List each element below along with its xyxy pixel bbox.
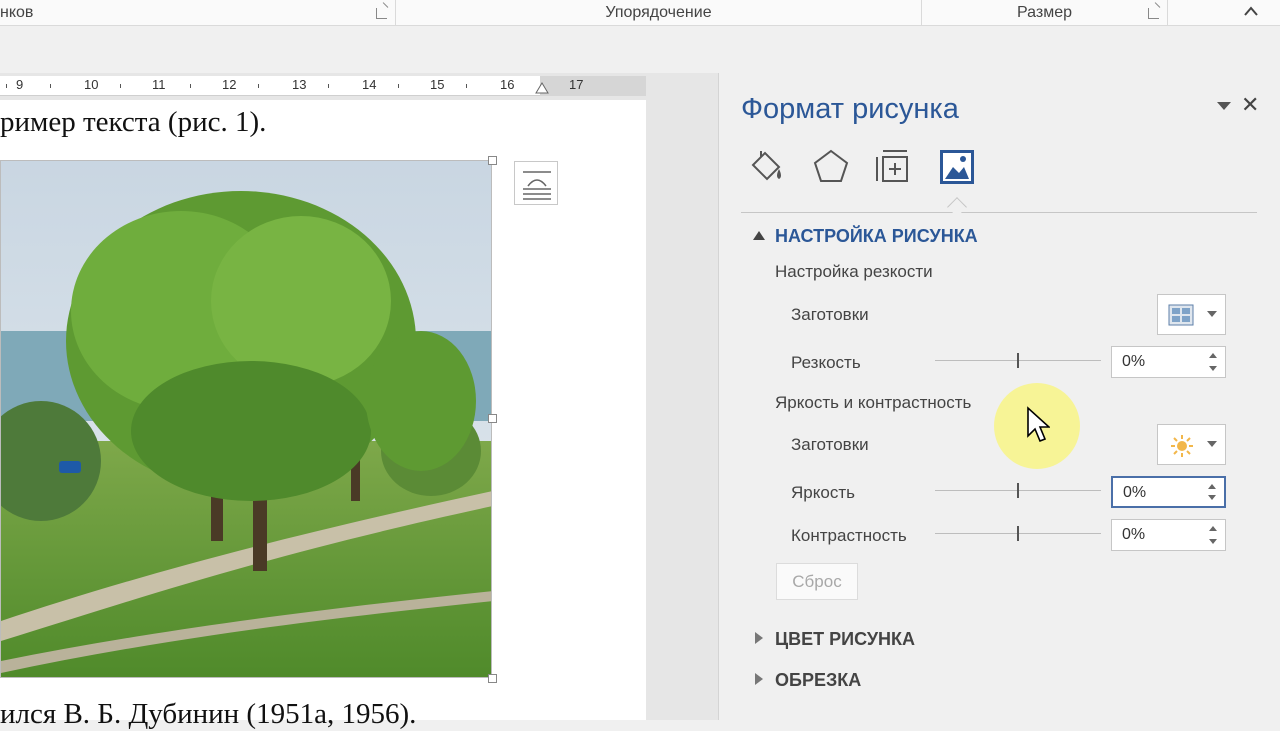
active-tab-indicator — [947, 197, 967, 217]
sharpness-label: Резкость — [791, 353, 861, 372]
sharpness-slider[interactable] — [935, 353, 1101, 368]
pentagon-icon[interactable] — [811, 147, 851, 187]
layout-options-button[interactable] — [514, 161, 558, 205]
ruler-number: 15 — [430, 77, 445, 92]
layout-size-icon[interactable] — [873, 147, 913, 187]
sharpness-heading: Настройка резкости — [775, 262, 933, 281]
document-text-line: ример текста (рис. 1). — [0, 106, 267, 138]
brightness-label: Яркость — [791, 483, 855, 502]
spin-up-icon[interactable] — [1209, 353, 1217, 358]
mouse-pointer-icon — [1027, 406, 1050, 443]
chevron-down-icon — [1207, 441, 1217, 447]
ruler-tick — [328, 84, 329, 88]
ruler-tick — [6, 84, 7, 88]
collapse-ribbon-icon[interactable] — [1244, 6, 1258, 16]
horizontal-ruler[interactable]: 9 10 11 12 13 14 15 16 17 — [0, 76, 646, 96]
slider-thumb[interactable] — [1017, 526, 1019, 541]
brightness-value: 0% — [1123, 484, 1147, 501]
expanded-triangle-icon[interactable] — [753, 231, 765, 240]
contrast-value: 0% — [1122, 526, 1146, 543]
close-icon[interactable]: ✕ — [1241, 92, 1259, 118]
picture-icon[interactable] — [937, 147, 977, 187]
pane-title: Формат рисунка — [741, 93, 959, 125]
chevron-down-icon — [1207, 311, 1217, 317]
ribbon-group-bar: нков Упорядочение Размер — [0, 0, 1280, 26]
ribbon-group-size: Размер — [922, 0, 1168, 26]
contrast-slider[interactable] — [935, 526, 1101, 541]
brightness-presets-label: Заготовки — [791, 435, 869, 454]
ruler-number: 9 — [16, 77, 24, 92]
brightness-spinbox[interactable]: 0% — [1111, 476, 1226, 508]
sharpness-presets-button[interactable] — [1157, 294, 1226, 335]
ribbon-group-label: Упорядочение — [605, 4, 712, 21]
landscape-picture — [1, 161, 491, 677]
ruler-margin — [540, 76, 646, 96]
tab-divider — [741, 212, 1257, 213]
collapsed-triangle-icon[interactable] — [755, 673, 763, 685]
document-text-line: ился В. Б. Дубинин (1951а, 1956). — [0, 698, 417, 730]
ruler-number: 14 — [362, 77, 377, 92]
ribbon-group-label: Размер — [1017, 4, 1072, 21]
dialog-launcher-icon[interactable] — [376, 8, 387, 19]
brightness-contrast-heading: Яркость и контрастность — [775, 393, 972, 412]
contrast-spinbox[interactable]: 0% — [1111, 519, 1226, 551]
sun-icon — [1171, 435, 1193, 457]
resize-handle[interactable] — [488, 674, 497, 683]
right-indent-marker-icon[interactable] — [535, 82, 549, 96]
ruler-tick — [120, 84, 121, 88]
ruler-tick — [258, 84, 259, 88]
spin-down-icon[interactable] — [1209, 366, 1217, 371]
paint-bucket-icon[interactable] — [747, 147, 787, 187]
section-crop[interactable]: ОБРЕЗКА — [775, 670, 861, 691]
spin-down-icon[interactable] — [1208, 495, 1216, 500]
sharpness-preset-icon — [1168, 304, 1194, 326]
ruler-tick — [50, 84, 51, 88]
ribbon-group-label: нков — [0, 4, 34, 21]
selected-picture[interactable] — [0, 160, 492, 678]
ruler-number: 12 — [222, 77, 237, 92]
ruler-tick — [398, 84, 399, 88]
collapsed-triangle-icon[interactable] — [755, 632, 763, 644]
format-picture-pane: Формат рисунка ✕ НАСТРОЙКА РИСУНКА Настр… — [718, 73, 1280, 720]
sharpness-presets-label: Заготовки — [791, 305, 869, 324]
spin-down-icon[interactable] — [1209, 539, 1217, 544]
brightness-presets-button[interactable] — [1157, 424, 1226, 465]
sharpness-spinbox[interactable]: 0% — [1111, 346, 1226, 378]
pane-options-dropdown-icon[interactable] — [1217, 102, 1231, 110]
spin-up-icon[interactable] — [1209, 526, 1217, 531]
ruler-number: 11 — [152, 77, 166, 92]
ruler-number: 17 — [569, 77, 584, 92]
ruler-number: 10 — [84, 77, 99, 92]
spin-up-icon[interactable] — [1208, 484, 1216, 489]
ruler-tick — [190, 84, 191, 88]
ruler-number: 16 — [500, 77, 515, 92]
ribbon-group-partial: нков — [0, 0, 396, 26]
resize-handle[interactable] — [488, 156, 497, 165]
contrast-label: Контрастность — [791, 526, 907, 545]
ruler-number: 13 — [292, 77, 307, 92]
dialog-launcher-icon[interactable] — [1148, 8, 1159, 19]
slider-thumb[interactable] — [1017, 353, 1019, 368]
ribbon-background — [0, 27, 1280, 73]
ruler-tick — [466, 84, 467, 88]
section-picture-color[interactable]: ЦВЕТ РИСУНКА — [775, 629, 915, 650]
brightness-slider[interactable] — [935, 483, 1101, 498]
slider-thumb[interactable] — [1017, 483, 1019, 498]
layout-options-icon — [523, 171, 551, 200]
resize-handle[interactable] — [488, 414, 497, 423]
sharpness-value: 0% — [1122, 353, 1146, 370]
ribbon-group-arrange: Упорядочение — [396, 0, 922, 26]
section-picture-settings[interactable]: НАСТРОЙКА РИСУНКА — [775, 226, 978, 247]
reset-button[interactable]: Сброс — [776, 563, 858, 600]
